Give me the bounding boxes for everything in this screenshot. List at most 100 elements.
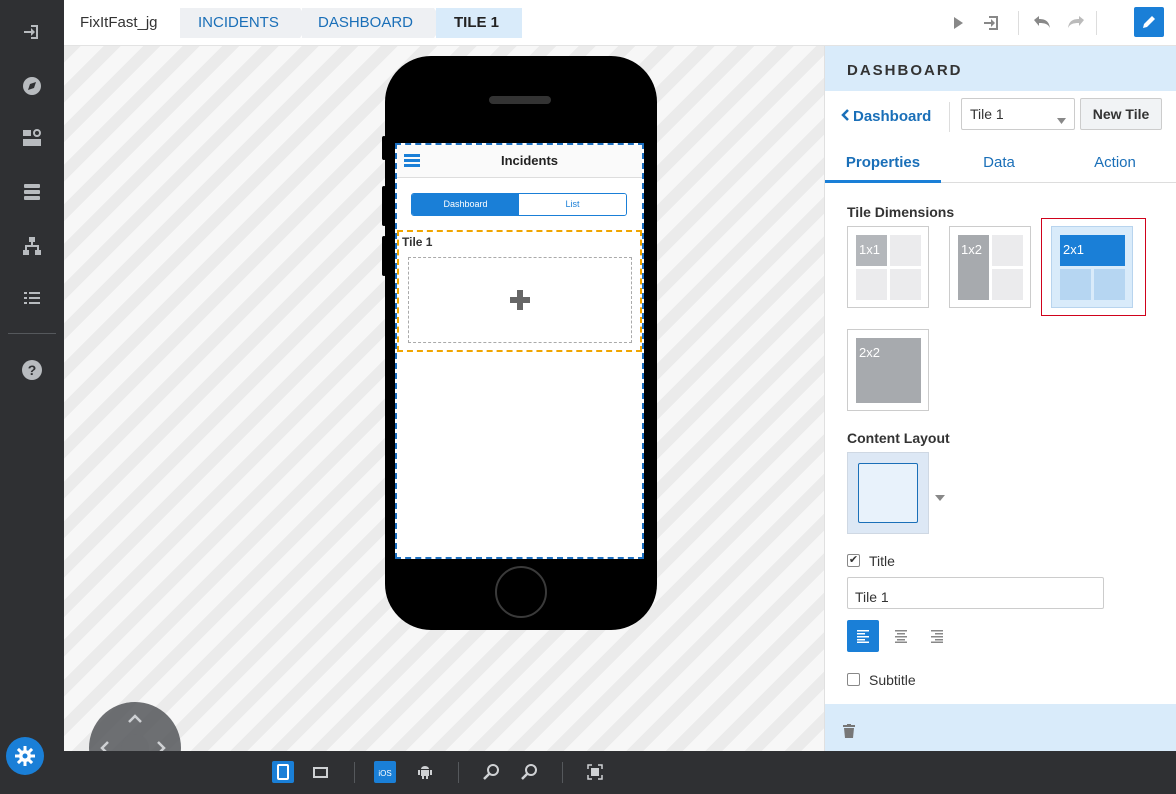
segment-dashboard[interactable]: Dashboard	[412, 194, 519, 215]
tile-select-dropdown[interactable]: Tile 1	[961, 98, 1075, 130]
bottom-toolbar: iOS	[64, 751, 1176, 794]
breadcrumb-app[interactable]: FixItFast_jg	[80, 8, 158, 38]
ui-components-icon[interactable]	[0, 118, 64, 158]
breadcrumb-incidents[interactable]: INCIDENTS	[180, 8, 310, 38]
breadcrumb-label: DASHBOARD	[318, 14, 414, 31]
sign-in-icon[interactable]	[0, 12, 64, 52]
phone-frame: Incidents Dashboard List Tile 1	[382, 56, 657, 630]
breadcrumb-tile1[interactable]: TILE 1	[436, 8, 522, 38]
panel-header: DASHBOARD	[825, 46, 1176, 91]
toolbar-divider	[354, 762, 355, 783]
layout-dropdown-caret-icon[interactable]	[935, 488, 945, 506]
ios-icon[interactable]: iOS	[374, 761, 396, 783]
tile-preview-block	[992, 235, 1023, 266]
chevron-up-icon[interactable]	[127, 710, 143, 728]
tile-preview-block	[890, 235, 921, 266]
back-to-dashboard-link[interactable]: Dashboard	[841, 108, 931, 125]
panel-tabs: Properties Data Action	[825, 138, 1176, 183]
list-icon[interactable]	[0, 278, 64, 318]
export-icon[interactable]	[980, 11, 1004, 35]
dimension-1x2-option[interactable]: 1x2	[949, 226, 1031, 308]
rail-divider	[8, 333, 56, 334]
dimension-label: 2x2	[859, 345, 880, 360]
app-root: ? FixItFast_jg INCIDENTS DASHBOARD TILE …	[0, 0, 1176, 794]
tab-properties[interactable]: Properties	[825, 138, 941, 183]
subtitle-checkbox[interactable]	[847, 673, 860, 686]
phone-portrait-icon[interactable]	[272, 761, 294, 783]
layout-preview	[858, 463, 918, 523]
app-title: Incidents	[500, 153, 559, 168]
undo-icon[interactable]	[1030, 11, 1054, 35]
title-input[interactable]	[847, 577, 1104, 609]
align-right-icon[interactable]	[921, 620, 953, 652]
breadcrumb-label: INCIDENTS	[198, 14, 279, 31]
content-layout-option[interactable]	[847, 452, 929, 534]
database-icon[interactable]	[0, 172, 64, 212]
dimension-2x2-option[interactable]: 2x2	[847, 329, 929, 411]
sitemap-icon[interactable]	[0, 226, 64, 266]
phone-side-button	[382, 236, 386, 276]
dimension-2x1-option[interactable]: 2x1	[1051, 226, 1133, 308]
phone-side-button	[382, 186, 386, 226]
caret-down-icon	[1057, 111, 1066, 127]
top-bar: FixItFast_jg INCIDENTS DASHBOARD TILE 1	[64, 0, 1176, 46]
settings-gear-icon[interactable]	[6, 737, 44, 775]
svg-text:?: ?	[28, 362, 37, 378]
properties-panel: DASHBOARD Dashboard Tile 1 New Tile Prop…	[824, 46, 1176, 751]
tile-label: Tile 1	[402, 235, 433, 249]
tile-dimensions-heading: Tile Dimensions	[847, 204, 955, 220]
zoom-in-icon[interactable]	[480, 761, 502, 783]
tile-preview-block	[890, 269, 921, 300]
align-center-icon[interactable]	[885, 620, 917, 652]
toolbar-divider	[1018, 11, 1019, 35]
segmented-control: Dashboard List	[411, 193, 627, 216]
phone-side-button	[382, 136, 386, 160]
dimension-label: 2x1	[1063, 242, 1084, 257]
chevron-left-icon	[841, 108, 849, 125]
content-layout-heading: Content Layout	[847, 430, 950, 446]
breadcrumb-label: TILE 1	[454, 14, 500, 31]
dimension-label: 1x1	[859, 242, 880, 257]
segment-list[interactable]: List	[519, 194, 626, 215]
svg-text:iOS: iOS	[378, 769, 391, 778]
zoom-out-icon[interactable]	[518, 761, 540, 783]
tile-preview-block	[856, 269, 887, 300]
trash-icon[interactable]	[843, 724, 855, 743]
phone-speaker	[489, 96, 551, 104]
compass-icon[interactable]	[0, 66, 64, 106]
dimension-label: 1x2	[961, 242, 982, 257]
dashboard-tile[interactable]: Tile 1	[397, 230, 642, 352]
tile-preview-block	[1060, 269, 1091, 300]
help-icon[interactable]: ?	[0, 350, 64, 390]
tab-action[interactable]: Action	[1057, 138, 1173, 183]
phone-screen[interactable]: Incidents Dashboard List Tile 1	[395, 143, 644, 559]
back-label: Dashboard	[853, 108, 932, 125]
tablet-landscape-icon[interactable]	[310, 761, 332, 783]
edit-pencil-icon[interactable]	[1134, 7, 1164, 37]
fit-screen-icon[interactable]	[584, 761, 606, 783]
toolbar-divider	[562, 762, 563, 783]
breadcrumb-dashboard[interactable]: DASHBOARD	[302, 8, 444, 38]
tile-preview-block	[1094, 269, 1125, 300]
android-icon[interactable]	[414, 761, 436, 783]
title-checkbox-label: Title	[869, 553, 895, 569]
new-tile-button[interactable]: New Tile	[1080, 98, 1162, 130]
subtitle-checkbox-label: Subtitle	[869, 672, 916, 688]
toolbar-divider	[1096, 11, 1097, 35]
title-checkbox[interactable]: ✔	[847, 554, 860, 567]
toolbar-divider	[458, 762, 459, 783]
redo-icon[interactable]	[1064, 11, 1088, 35]
tab-data[interactable]: Data	[941, 138, 1057, 183]
tile-select-value: Tile 1	[970, 106, 1004, 122]
left-nav-rail: ?	[0, 0, 64, 794]
app-bar: Incidents	[397, 145, 642, 178]
design-canvas: Incidents Dashboard List Tile 1	[64, 46, 824, 751]
tile-preview-block	[992, 269, 1023, 300]
dimension-1x1-option[interactable]: 1x1	[847, 226, 929, 308]
header-divider	[949, 102, 950, 132]
align-left-icon[interactable]	[847, 620, 879, 652]
phone-home-button	[495, 566, 547, 618]
play-icon[interactable]	[946, 11, 970, 35]
panel-footer	[825, 704, 1176, 751]
tile-placeholder[interactable]	[408, 257, 632, 343]
